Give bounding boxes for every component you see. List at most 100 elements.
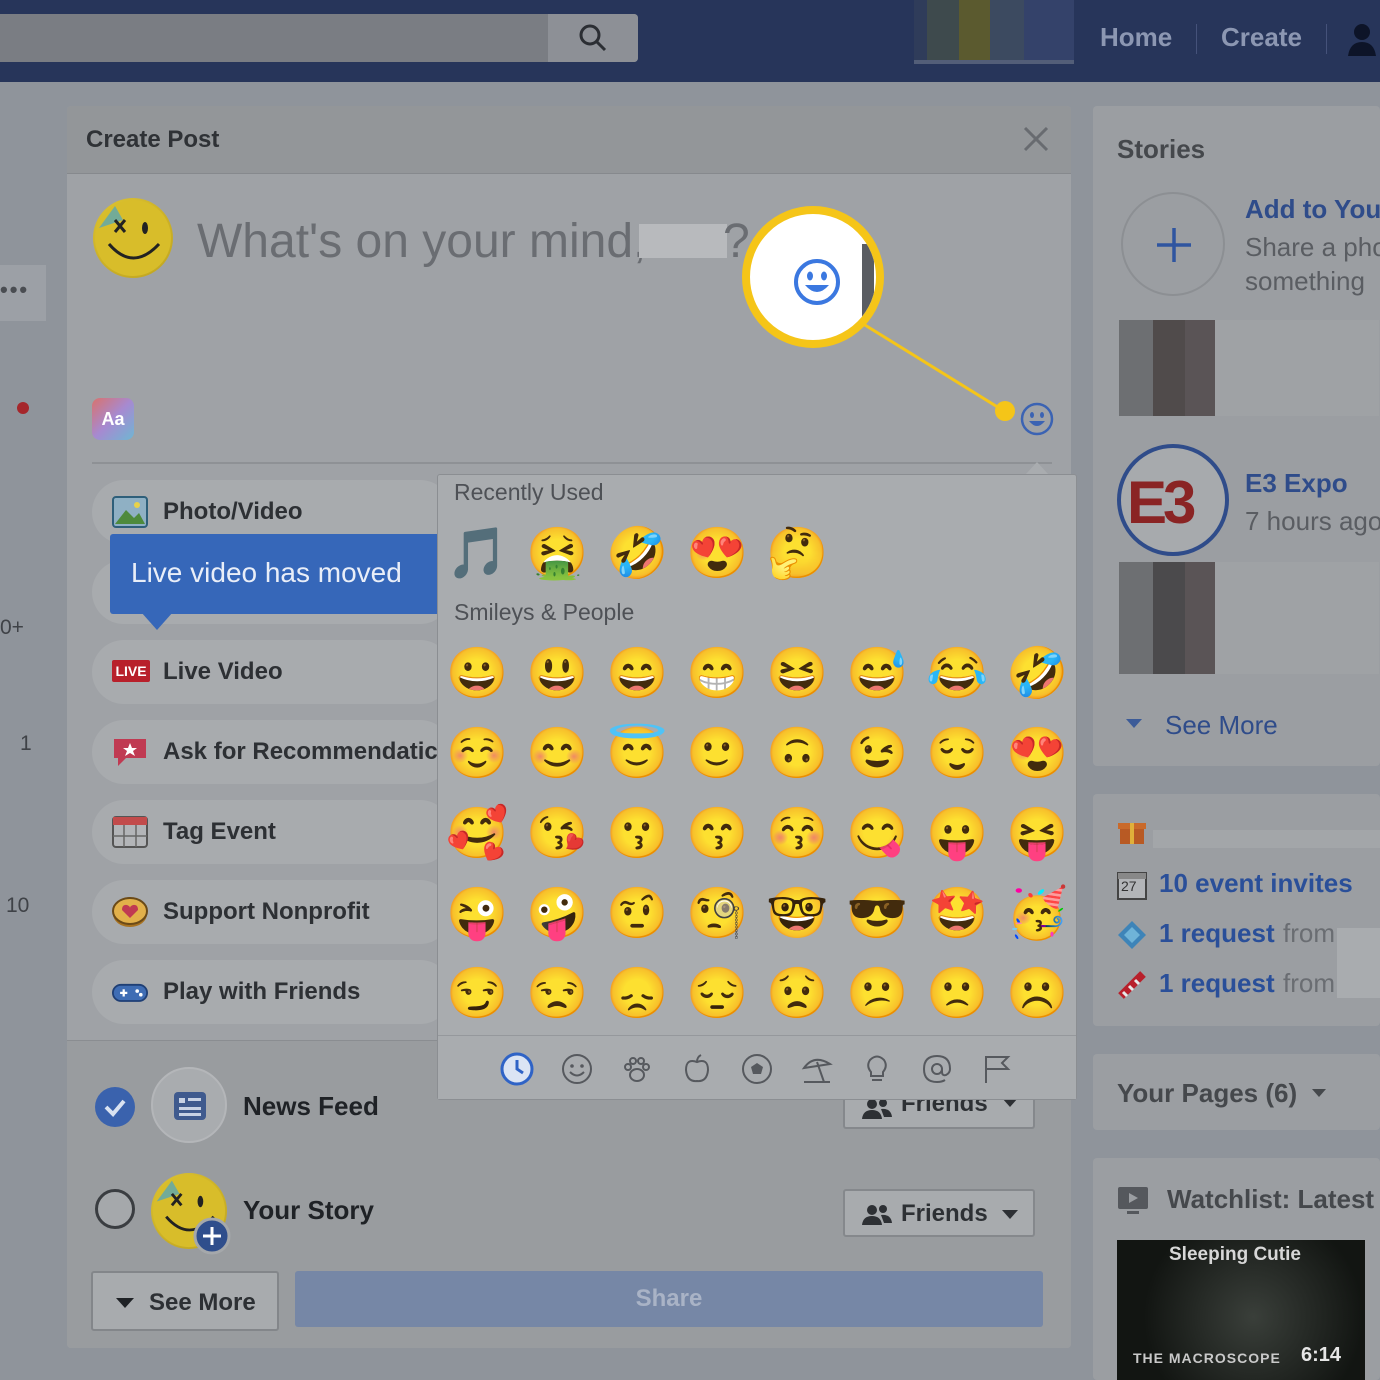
emoji-button[interactable]: 😘 (526, 803, 588, 863)
caret-down-icon (1126, 719, 1142, 728)
emoji-button[interactable]: 😅 (846, 643, 908, 703)
emoji-picker-button[interactable] (1020, 402, 1054, 436)
emoji-button[interactable]: ☺️ (446, 723, 508, 783)
emoji-button[interactable]: 😗 (606, 803, 668, 863)
your-pages-card[interactable]: Your Pages (6) (1093, 1054, 1380, 1130)
emoji-button[interactable]: 😕 (846, 963, 908, 1023)
emoji-button[interactable]: 🤮 (526, 523, 588, 583)
emoji-button[interactable]: 😚 (766, 803, 828, 863)
emoji-button[interactable]: 😂 (926, 643, 988, 703)
request-link[interactable]: 1 request (1159, 968, 1275, 999)
share-button[interactable]: Share (295, 1271, 1043, 1327)
stories-see-more[interactable]: See More (1165, 710, 1278, 741)
your-story-privacy-dropdown[interactable]: Friends (843, 1189, 1035, 1237)
ball-icon[interactable] (740, 1052, 774, 1086)
emoji-button[interactable]: 😝 (1006, 803, 1068, 863)
action-label: Tag Event (163, 818, 276, 845)
see-more-button[interactable]: See More (91, 1271, 279, 1331)
avatar[interactable] (93, 198, 173, 278)
request-link[interactable]: 1 request (1159, 918, 1275, 949)
at-icon[interactable] (920, 1052, 954, 1086)
emoji-button[interactable]: 😇 (606, 723, 668, 783)
add-story-plus-icon[interactable] (193, 1217, 231, 1255)
add-story-circle[interactable] (1121, 192, 1225, 296)
emoji-button[interactable]: 😛 (926, 803, 988, 863)
stories-card: Stories Add to You Share a pho something… (1093, 106, 1380, 766)
post-prompt[interactable]: What's on your mind, (197, 214, 646, 269)
emoji-button[interactable]: 😁 (686, 643, 748, 703)
action-recommendations[interactable]: Ask for Recommendatic (92, 720, 452, 784)
paw-icon[interactable] (620, 1052, 654, 1086)
emoji-button[interactable]: 😔 (686, 963, 748, 1023)
action-live-video[interactable]: LIVE Live Video (92, 640, 452, 704)
privacy-label: Friends (901, 1200, 988, 1227)
emoji-button[interactable]: 😉 (846, 723, 908, 783)
action-tag-event[interactable]: Tag Event (92, 800, 452, 864)
action-play-with-friends[interactable]: Play with Friends (92, 960, 452, 1024)
emoji-button[interactable]: 😄 (606, 643, 668, 703)
emoji-button[interactable]: 😆 (766, 643, 828, 703)
emoji-button[interactable]: 😒 (526, 963, 588, 1023)
friends-icon[interactable] (1346, 22, 1380, 58)
emoji-button[interactable]: 🤩 (926, 883, 988, 943)
left-sidebar: ••• 0+ 1 10 (0, 82, 66, 1380)
story-thumbnail-pixelated[interactable] (1119, 562, 1379, 674)
video-thumbnail[interactable]: Sleeping Cutie THE MACROSCOPE 6:14 (1117, 1240, 1365, 1380)
more-options-icon[interactable]: ••• (0, 265, 46, 321)
emoji-button[interactable]: 😋 (846, 803, 908, 863)
emoji-button[interactable]: 😌 (926, 723, 988, 783)
emoji-button[interactable]: 😜 (446, 883, 508, 943)
umbrella-icon[interactable] (800, 1052, 834, 1086)
close-icon[interactable] (1021, 124, 1051, 154)
e3-title[interactable]: E3 Expo (1245, 468, 1348, 499)
text-format-button[interactable]: Aa (92, 398, 134, 440)
emoji-button[interactable]: 🙂 (686, 723, 748, 783)
e3-avatar[interactable]: E3 (1117, 444, 1229, 556)
emoji-button[interactable]: 😟 (766, 963, 828, 1023)
emoji-button[interactable]: 😃 (526, 643, 588, 703)
emoji-button[interactable]: 🥳 (1006, 883, 1068, 943)
nav-home[interactable]: Home (1100, 22, 1172, 53)
emoji-button[interactable]: 😍 (686, 523, 748, 583)
nav-create[interactable]: Create (1221, 22, 1302, 53)
emoji-button[interactable]: 🤓 (766, 883, 828, 943)
clock-icon[interactable] (500, 1052, 534, 1086)
emoji-button[interactable]: 🤪 (526, 883, 588, 943)
emoji-button[interactable]: 🙁 (926, 963, 988, 1023)
search-button[interactable] (548, 14, 638, 62)
action-label: Play with Friends (163, 978, 361, 1005)
video-brand: THE MACROSCOPE (1133, 1350, 1281, 1366)
emoji-button[interactable]: 😙 (686, 803, 748, 863)
emoji-button[interactable]: 🎵 (446, 523, 508, 583)
add-story-title[interactable]: Add to You (1245, 194, 1380, 225)
event-invites-link[interactable]: 10 event invites (1159, 868, 1353, 899)
emoji-button[interactable]: 🤨 (606, 883, 668, 943)
emoji-button[interactable]: 🙃 (766, 723, 828, 783)
emoji-button[interactable]: 😞 (606, 963, 668, 1023)
emoji-button[interactable]: 🤔 (766, 523, 828, 583)
news-feed-checkbox[interactable] (95, 1087, 135, 1127)
add-story-subtitle: something (1245, 266, 1365, 296)
emoji-button[interactable]: 🤣 (1006, 643, 1068, 703)
apple-icon[interactable] (680, 1052, 714, 1086)
emoji-button[interactable]: 😏 (446, 963, 508, 1023)
bulb-icon[interactable] (860, 1052, 894, 1086)
story-thumbnail-pixelated[interactable] (1119, 320, 1379, 416)
smiley-icon[interactable] (560, 1052, 594, 1086)
search-input[interactable] (0, 14, 638, 62)
tooltip-text: Live video has moved (131, 557, 402, 588)
emoji-button[interactable]: 😎 (846, 883, 908, 943)
emoji-button[interactable]: 😊 (526, 723, 588, 783)
emoji-button[interactable]: ☹️ (1006, 963, 1068, 1023)
action-support-nonprofit[interactable]: Support Nonprofit (92, 880, 452, 944)
flag-icon[interactable] (980, 1052, 1014, 1086)
emoji-button[interactable]: 🥰 (446, 803, 508, 863)
caret-down-icon (1002, 1210, 1018, 1219)
emoji-button[interactable]: 🧐 (686, 883, 748, 943)
your-story-radio[interactable] (95, 1189, 135, 1229)
profile-pixelated[interactable] (914, 0, 1074, 64)
emoji-button[interactable]: 😍 (1006, 723, 1068, 783)
nav-separator (1326, 24, 1327, 54)
emoji-button[interactable]: 😀 (446, 643, 508, 703)
emoji-button[interactable]: 🤣 (606, 523, 668, 583)
